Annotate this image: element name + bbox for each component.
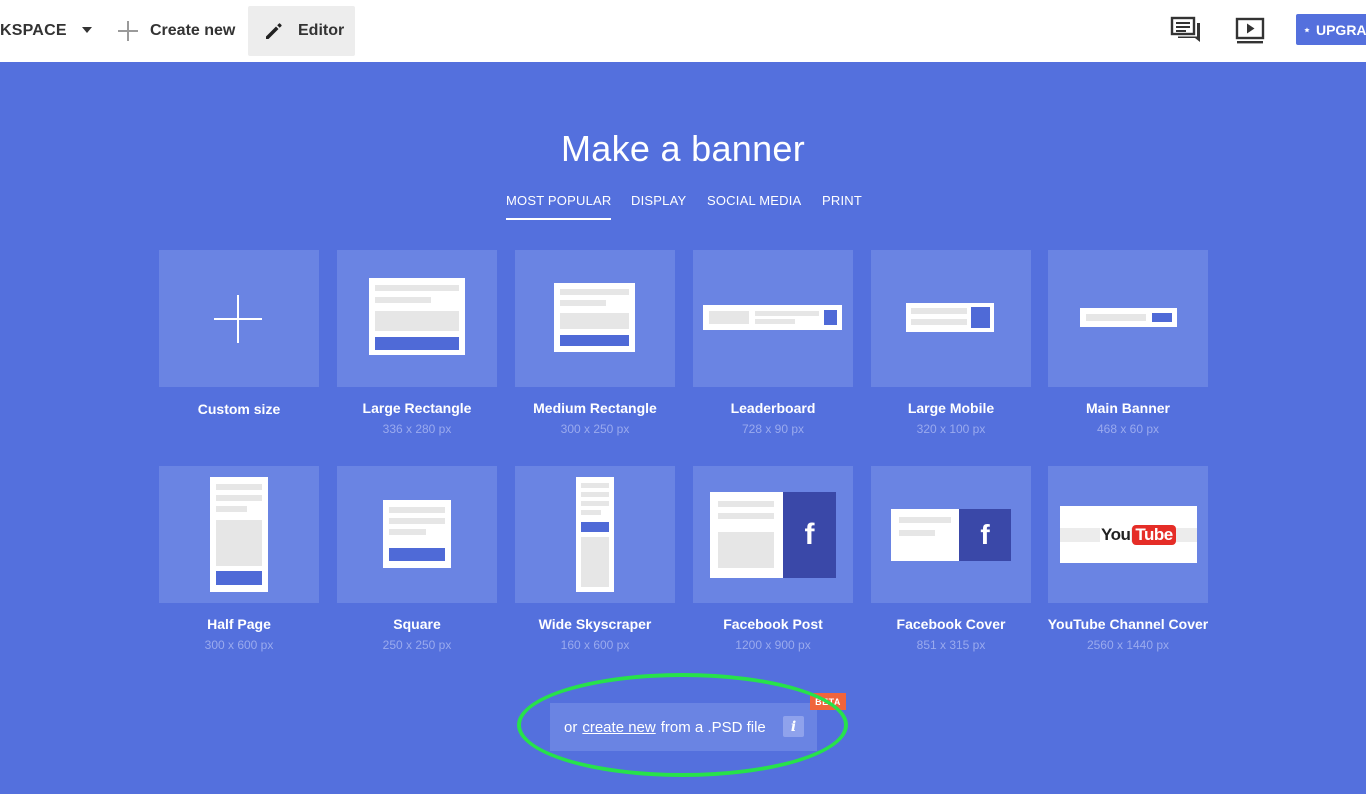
plus-icon xyxy=(214,295,262,343)
upgrade-label: UPGRADE xyxy=(1315,21,1366,38)
format-size: 320 x 100 px xyxy=(916,422,986,436)
format-name: Facebook Cover xyxy=(896,616,1006,632)
format-thumbnail xyxy=(693,250,853,387)
beta-badge: BETA xyxy=(810,693,846,710)
format-thumbnail xyxy=(871,250,1031,387)
format-thumbnail xyxy=(159,466,319,603)
facebook-icon: f xyxy=(804,518,815,551)
page-title: Make a banner xyxy=(560,128,806,169)
editor-button[interactable]: Editor xyxy=(248,6,355,56)
format-name: Main Banner xyxy=(1085,400,1170,416)
create-new-psd-link[interactable]: create new xyxy=(582,719,655,736)
format-size: 2560 x 1440 px xyxy=(1086,638,1170,652)
tab-display[interactable]: DISPLAY xyxy=(631,193,686,218)
format-name: Custom size xyxy=(197,401,281,417)
format-thumbnail xyxy=(515,466,675,603)
tab-print[interactable]: PRINT xyxy=(822,193,862,218)
pencil-icon xyxy=(266,23,282,39)
format-size: 300 x 250 px xyxy=(560,422,630,436)
psd-prefix: or xyxy=(564,718,578,736)
top-bar: KSPACE Create new Editor UPGRADE xyxy=(0,0,1366,62)
format-size: 300 x 600 px xyxy=(204,638,274,652)
plus-icon xyxy=(118,21,138,41)
format-thumbnail xyxy=(337,466,497,603)
youtube-logo-you: You xyxy=(1100,525,1132,545)
format-name: YouTube Channel Cover xyxy=(1047,616,1209,632)
format-size: 468 x 60 px xyxy=(1096,422,1160,436)
format-name: Large Mobile xyxy=(907,400,995,416)
format-thumbnail xyxy=(1048,250,1208,387)
format-size: 1200 x 900 px xyxy=(735,638,811,652)
upgrade-button[interactable]: UPGRADE xyxy=(1296,14,1366,45)
format-name: Square xyxy=(393,616,441,632)
facebook-icon: f xyxy=(980,519,990,550)
format-thumbnail: You Tube xyxy=(1048,466,1208,603)
format-thumbnail xyxy=(515,250,675,387)
psd-suffix: from a .PSD file xyxy=(660,718,766,736)
format-name: Half Page xyxy=(207,616,271,632)
present-icon[interactable] xyxy=(1235,17,1265,45)
tab-social-media[interactable]: SOCIAL MEDIA xyxy=(707,193,801,218)
format-tabs: MOST POPULAR DISPLAY SOCIAL MEDIA PRINT xyxy=(0,193,1366,221)
tab-most-popular[interactable]: MOST POPULAR xyxy=(506,193,612,220)
format-name: Facebook Post xyxy=(723,616,823,632)
format-thumbnail: f xyxy=(871,466,1031,603)
create-from-psd: or create new from a .PSD file i xyxy=(550,703,817,751)
editor-label: Editor xyxy=(298,22,345,39)
format-size: 250 x 250 px xyxy=(382,638,452,652)
workspace-label: KSPACE xyxy=(0,22,67,39)
format-thumbnail xyxy=(159,250,319,387)
workspace-selector[interactable]: KSPACE xyxy=(0,0,67,62)
format-size: 728 x 90 px xyxy=(741,422,805,436)
format-name: Leaderboard xyxy=(730,400,816,416)
format-name: Wide Skyscraper xyxy=(538,616,652,632)
format-size: 851 x 315 px xyxy=(916,638,986,652)
format-thumbnail xyxy=(337,250,497,387)
comments-icon[interactable] xyxy=(1170,16,1202,46)
star-icon xyxy=(1304,26,1310,32)
format-size: 160 x 600 px xyxy=(560,638,630,652)
info-icon[interactable]: i xyxy=(783,716,804,737)
create-new-button[interactable]: Create new xyxy=(118,0,235,62)
format-name: Medium Rectangle xyxy=(533,400,657,416)
create-new-label: Create new xyxy=(150,22,236,39)
caret-down-icon[interactable] xyxy=(82,27,92,33)
youtube-logo: You Tube xyxy=(1100,523,1176,547)
format-size: 336 x 280 px xyxy=(382,422,452,436)
youtube-logo-tube: Tube xyxy=(1132,525,1176,545)
format-name: Large Rectangle xyxy=(362,400,472,416)
format-thumbnail: f xyxy=(693,466,853,603)
